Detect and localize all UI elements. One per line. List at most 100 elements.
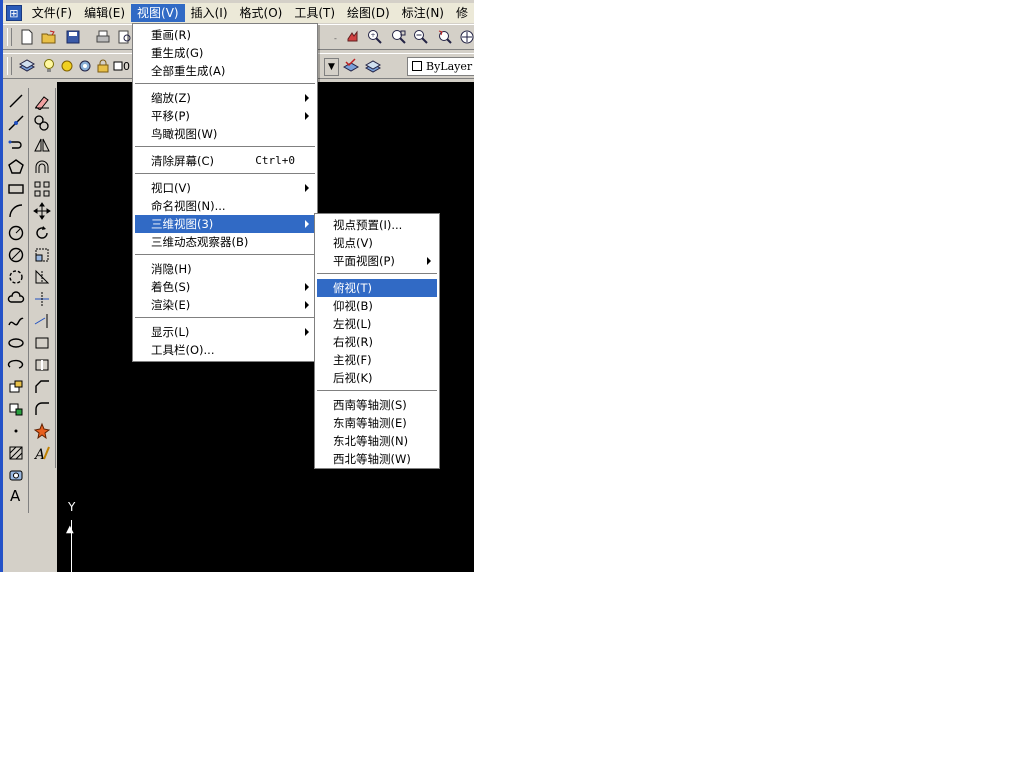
menu-item-ne-isometric[interactable]: 东北等轴测(N) [317, 432, 437, 450]
menu-edit[interactable]: 编辑(E) [78, 4, 131, 22]
menu-item-named-views[interactable]: 命名视图(N)... [135, 197, 315, 215]
menu-item-hide[interactable]: 消隐(H) [135, 260, 315, 278]
menu-item-back-view[interactable]: 后视(K) [317, 369, 437, 387]
copy-object-icon[interactable] [33, 114, 51, 132]
new-file-icon[interactable] [19, 29, 35, 45]
menu-item-shade[interactable]: 着色(S) [135, 278, 315, 296]
menu-item-viewports[interactable]: 视口(V) [135, 179, 315, 197]
extend-icon[interactable] [33, 312, 51, 330]
rectangle-icon[interactable] [7, 180, 25, 198]
menu-item-nw-isometric[interactable]: 西北等轴测(W) [317, 450, 437, 468]
realtime-pan-icon[interactable] [345, 29, 361, 45]
menu-item-se-isometric[interactable]: 东南等轴测(E) [317, 414, 437, 432]
menu-item-3d-views[interactable]: 三维视图(3) [135, 215, 315, 233]
break-at-point-icon[interactable] [33, 356, 51, 374]
offset-icon[interactable] [33, 158, 51, 176]
point-icon[interactable] [7, 422, 25, 440]
menu-item-viewpoint-presets[interactable]: 视点预置(I)... [317, 216, 437, 234]
menu-modify[interactable]: 修 [450, 4, 474, 22]
polygon-icon[interactable] [7, 158, 25, 176]
zoom-window-icon[interactable] [391, 29, 407, 45]
toolbar-grip[interactable] [7, 57, 12, 75]
layer-previous-icon[interactable] [365, 58, 381, 74]
menu-item-3d-orbit[interactable]: 三维动态观察器(B) [135, 233, 315, 251]
cloud-icon[interactable] [7, 290, 25, 308]
hatch-icon[interactable] [7, 444, 25, 462]
lightbulb-on-icon[interactable] [41, 58, 57, 74]
autocad-icon[interactable]: ⊞ [6, 5, 22, 21]
menu-tools[interactable]: 工具(T) [288, 4, 341, 22]
menu-item-regen[interactable]: 重生成(G) [135, 44, 315, 62]
menu-item-redraw[interactable]: 重画(R) [135, 26, 315, 44]
print-icon[interactable] [95, 29, 111, 45]
scale-icon[interactable] [33, 246, 51, 264]
chamfer-icon[interactable] [33, 378, 51, 396]
menu-dimension[interactable]: 标注(N) [396, 4, 450, 22]
menu-item-pan[interactable]: 平移(P) [135, 107, 315, 125]
menu-draw[interactable]: 绘图(D) [341, 4, 396, 22]
zoom-realtime-icon[interactable]: + [367, 29, 383, 45]
menu-separator [135, 83, 315, 85]
construction-line-icon[interactable] [7, 114, 25, 132]
stretch-icon[interactable] [33, 268, 51, 286]
menu-item-render[interactable]: 渲染(E) [135, 296, 315, 314]
ellipse-icon[interactable] [7, 334, 25, 352]
menu-item-regen-all[interactable]: 全部重生成(A) [135, 62, 315, 80]
erase-icon[interactable] [33, 92, 51, 110]
rotate-icon[interactable] [33, 224, 51, 242]
region-icon[interactable] [7, 466, 25, 484]
insert-block-icon[interactable] [7, 378, 25, 396]
menu-item-display[interactable]: 显示(L) [135, 323, 315, 341]
curve-icon[interactable] [7, 312, 25, 330]
zoom-extents-icon[interactable] [459, 29, 474, 45]
trim-icon[interactable] [33, 290, 51, 308]
layer-manager-icon[interactable] [19, 58, 35, 74]
menu-item-aerial-view[interactable]: 鸟瞰视图(W) [135, 125, 315, 143]
menu-item-plan-view[interactable]: 平面视图(P) [317, 252, 437, 270]
ellipse-arc-icon[interactable] [7, 356, 25, 374]
array-icon[interactable] [33, 180, 51, 198]
menu-item-bottom-view[interactable]: 仰视(B) [317, 297, 437, 315]
save-icon[interactable] [65, 29, 81, 45]
current-layer-name[interactable]: 0 [123, 60, 130, 73]
make-object-layer-current-icon[interactable] [343, 58, 359, 74]
circle-icon[interactable] [7, 224, 25, 242]
fillet-icon[interactable] [33, 400, 51, 418]
lock-icon[interactable] [95, 58, 111, 74]
open-file-icon[interactable] [41, 29, 57, 45]
edit-text-icon[interactable]: A [33, 444, 51, 462]
menu-item-viewpoint[interactable]: 视点(V) [317, 234, 437, 252]
menu-item-front-view[interactable]: 主视(F) [317, 351, 437, 369]
move-icon[interactable] [33, 202, 51, 220]
menu-insert[interactable]: 插入(I) [185, 4, 234, 22]
menu-item-toolbars[interactable]: 工具栏(O)... [135, 341, 315, 359]
make-block-icon[interactable] [7, 400, 25, 418]
menu-view[interactable]: 视图(V) [131, 4, 185, 22]
menu-file[interactable]: 文件(F) [26, 4, 78, 22]
mirror-icon[interactable] [33, 136, 51, 154]
revision-cloud-icon[interactable] [7, 246, 25, 264]
menu-format[interactable]: 格式(O) [234, 4, 289, 22]
print-preview-icon[interactable] [117, 29, 133, 45]
line-icon[interactable] [7, 92, 25, 110]
polyline-icon[interactable] [7, 136, 25, 154]
color-control-dropdown[interactable]: ByLayer [407, 57, 474, 76]
viewport-freeze-icon[interactable] [77, 58, 93, 74]
break-icon[interactable] [33, 334, 51, 352]
svg-text:A: A [33, 447, 45, 462]
menu-item-clean-screen[interactable]: 清除屏幕(C) Ctrl+0 [135, 152, 315, 170]
layer-dropdown-arrow[interactable]: ▼ [324, 58, 339, 76]
sun-thaw-icon[interactable] [59, 58, 75, 74]
menu-item-right-view[interactable]: 右视(R) [317, 333, 437, 351]
spline-icon[interactable] [7, 268, 25, 286]
zoom-out-icon[interactable] [413, 29, 429, 45]
toolbar-grip[interactable] [7, 28, 12, 46]
menu-item-sw-isometric[interactable]: 西南等轴测(S) [317, 396, 437, 414]
multiline-text-icon[interactable]: A [7, 486, 25, 504]
explode-icon[interactable] [33, 422, 51, 440]
zoom-previous-icon[interactable] [437, 29, 453, 45]
menu-item-zoom[interactable]: 缩放(Z) [135, 89, 315, 107]
arc-icon[interactable] [7, 202, 25, 220]
menu-item-top-view[interactable]: 俯视(T) [317, 279, 437, 297]
menu-item-left-view[interactable]: 左视(L) [317, 315, 437, 333]
